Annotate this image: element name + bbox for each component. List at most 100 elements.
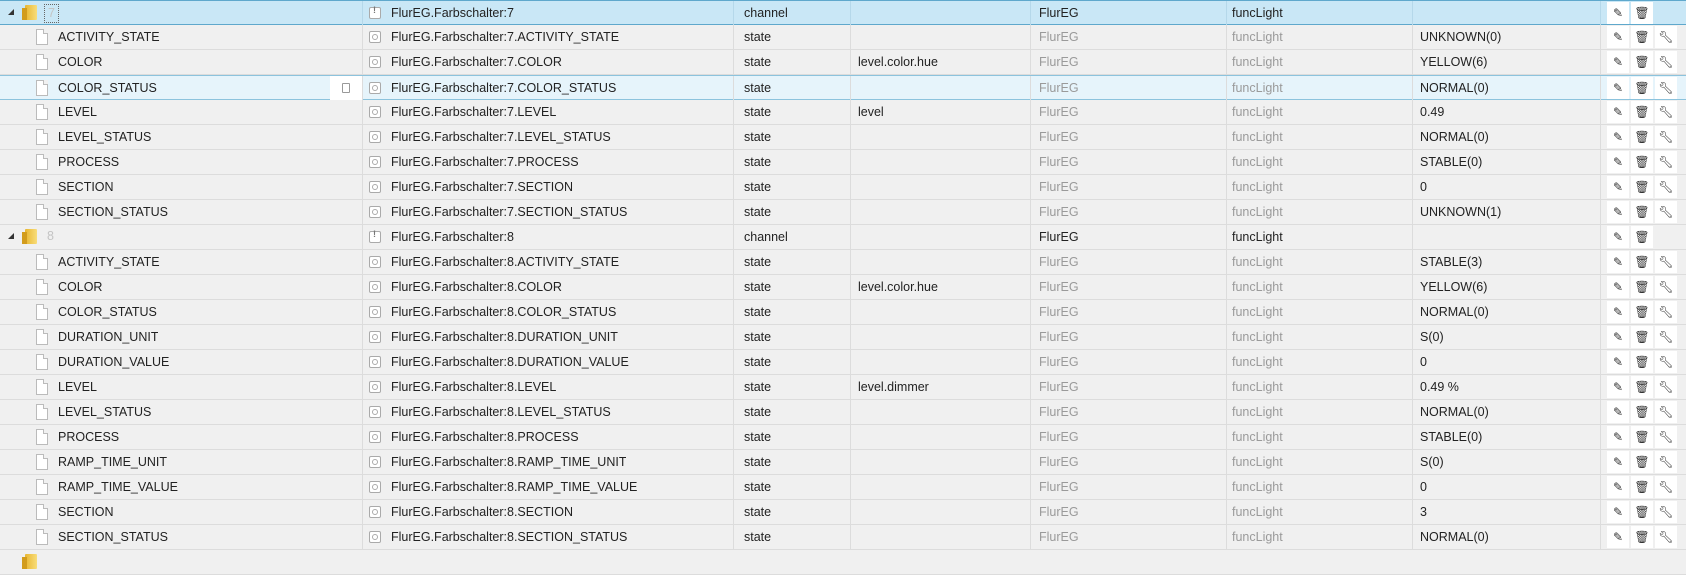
pencil-icon[interactable]: ✎ <box>1607 451 1629 473</box>
wrench-icon[interactable]: 🔧︎ <box>1655 501 1677 523</box>
trash-icon[interactable]: 🗑︎ <box>1631 326 1653 348</box>
trash-icon[interactable]: 🗑︎ <box>1631 251 1653 273</box>
object-id[interactable]: FlurEG.Farbschalter:8.RAMP_TIME_UNIT <box>391 450 626 474</box>
state-row[interactable]: COLOR FlurEG.Farbschalter:7.COLOR state … <box>0 50 1686 75</box>
object-value[interactable]: NORMAL(0) <box>1420 125 1489 149</box>
trash-icon[interactable]: 🗑︎ <box>1631 301 1653 323</box>
channel-row[interactable]: 7 FlurEG.Farbschalter:7 channel FlurEG f… <box>0 0 1686 26</box>
pencil-icon[interactable]: ✎ <box>1607 226 1629 248</box>
trash-icon[interactable]: 🗑︎ <box>1631 126 1653 148</box>
wrench-icon[interactable]: 🔧︎ <box>1655 251 1677 273</box>
trash-icon[interactable]: 🗑︎ <box>1631 476 1653 498</box>
object-value[interactable]: S(0) <box>1420 450 1444 474</box>
object-id[interactable]: FlurEG.Farbschalter:8.LEVEL <box>391 375 556 399</box>
object-name[interactable]: PROCESS <box>58 425 119 449</box>
state-row[interactable]: PROCESS FlurEG.Farbschalter:8.PROCESS st… <box>0 425 1686 450</box>
channel-row[interactable]: 8 FlurEG.Farbschalter:8 channel FlurEG f… <box>0 225 1686 250</box>
pencil-icon[interactable]: ✎ <box>1607 276 1629 298</box>
wrench-icon[interactable]: 🔧︎ <box>1655 26 1677 48</box>
object-value[interactable]: 0.49 % <box>1420 375 1459 399</box>
state-row[interactable]: ACTIVITY_STATE FlurEG.Farbschalter:7.ACT… <box>0 25 1686 50</box>
pencil-icon[interactable]: ✎ <box>1607 201 1629 223</box>
trash-icon[interactable]: 🗑︎ <box>1631 201 1653 223</box>
copy-icon[interactable] <box>330 76 362 100</box>
wrench-icon[interactable]: 🔧︎ <box>1655 276 1677 298</box>
state-row[interactable]: COLOR_STATUS FlurEG.Farbschalter:8.COLOR… <box>0 300 1686 325</box>
object-value[interactable]: STABLE(0) <box>1420 150 1482 174</box>
trash-icon[interactable]: 🗑︎ <box>1631 376 1653 398</box>
trash-icon[interactable]: 🗑︎ <box>1631 426 1653 448</box>
state-row[interactable]: ACTIVITY_STATE FlurEG.Farbschalter:8.ACT… <box>0 250 1686 275</box>
trash-icon[interactable]: 🗑︎ <box>1631 26 1653 48</box>
object-name[interactable]: LEVEL <box>58 375 97 399</box>
state-row[interactable]: LEVEL FlurEG.Farbschalter:7.LEVEL state … <box>0 100 1686 125</box>
object-id[interactable]: FlurEG.Farbschalter:8 <box>391 225 514 249</box>
object-value[interactable]: 0.49 <box>1420 100 1444 124</box>
object-name[interactable]: SECTION <box>58 175 114 199</box>
object-id[interactable]: FlurEG.Farbschalter:8.DURATION_VALUE <box>391 350 629 374</box>
object-name[interactable]: RAMP_TIME_VALUE <box>58 475 178 499</box>
wrench-icon[interactable]: 🔧︎ <box>1655 126 1677 148</box>
object-id[interactable]: FlurEG.Farbschalter:7.COLOR <box>391 50 562 74</box>
pencil-icon[interactable]: ✎ <box>1607 101 1629 123</box>
pencil-icon[interactable]: ✎ <box>1607 251 1629 273</box>
state-row[interactable]: DURATION_VALUE FlurEG.Farbschalter:8.DUR… <box>0 350 1686 375</box>
object-name[interactable]: COLOR <box>58 50 102 74</box>
object-value[interactable]: NORMAL(0) <box>1420 300 1489 324</box>
object-value[interactable]: NORMAL(0) <box>1420 76 1489 100</box>
object-id[interactable]: FlurEG.Farbschalter:8.SECTION <box>391 500 573 524</box>
object-name[interactable]: LEVEL_STATUS <box>58 125 151 149</box>
object-name[interactable]: ACTIVITY_STATE <box>58 250 160 274</box>
trash-icon[interactable]: 🗑︎ <box>1631 77 1653 99</box>
trash-icon[interactable]: 🗑︎ <box>1631 226 1653 248</box>
collapse-toggle-icon[interactable] <box>8 233 14 239</box>
state-row[interactable]: SECTION_STATUS FlurEG.Farbschalter:7.SEC… <box>0 200 1686 225</box>
object-id[interactable]: FlurEG.Farbschalter:7 <box>391 1 514 25</box>
object-name[interactable]: DURATION_VALUE <box>58 350 169 374</box>
object-value[interactable]: UNKNOWN(1) <box>1420 200 1501 224</box>
pencil-icon[interactable]: ✎ <box>1607 426 1629 448</box>
pencil-icon[interactable]: ✎ <box>1607 326 1629 348</box>
trash-icon[interactable]: 🗑︎ <box>1631 176 1653 198</box>
state-row[interactable]: PROCESS FlurEG.Farbschalter:7.PROCESS st… <box>0 150 1686 175</box>
wrench-icon[interactable]: 🔧︎ <box>1655 151 1677 173</box>
object-id[interactable]: FlurEG.Farbschalter:8.COLOR_STATUS <box>391 300 616 324</box>
pencil-icon[interactable]: ✎ <box>1607 376 1629 398</box>
wrench-icon[interactable]: 🔧︎ <box>1655 451 1677 473</box>
object-name[interactable]: SECTION_STATUS <box>58 200 168 224</box>
trash-icon[interactable]: 🗑︎ <box>1631 276 1653 298</box>
wrench-icon[interactable]: 🔧︎ <box>1655 351 1677 373</box>
object-id[interactable]: FlurEG.Farbschalter:7.ACTIVITY_STATE <box>391 25 619 49</box>
state-row[interactable]: LEVEL FlurEG.Farbschalter:8.LEVEL state … <box>0 375 1686 400</box>
pencil-icon[interactable]: ✎ <box>1607 501 1629 523</box>
object-name[interactable]: COLOR <box>58 275 102 299</box>
object-id[interactable]: FlurEG.Farbschalter:8.RAMP_TIME_VALUE <box>391 475 637 499</box>
collapse-toggle-icon[interactable] <box>8 9 14 15</box>
object-value[interactable]: 0 <box>1420 475 1427 499</box>
object-id[interactable]: FlurEG.Farbschalter:8.ACTIVITY_STATE <box>391 250 619 274</box>
object-name[interactable]: LEVEL_STATUS <box>58 400 151 424</box>
trash-icon[interactable]: 🗑︎ <box>1631 501 1653 523</box>
object-value[interactable]: YELLOW(6) <box>1420 275 1487 299</box>
pencil-icon[interactable]: ✎ <box>1607 51 1629 73</box>
wrench-icon[interactable]: 🔧︎ <box>1655 326 1677 348</box>
object-value[interactable]: 0 <box>1420 175 1427 199</box>
pencil-icon[interactable]: ✎ <box>1607 126 1629 148</box>
object-name[interactable]: COLOR_STATUS <box>58 76 157 100</box>
pencil-icon[interactable]: ✎ <box>1607 26 1629 48</box>
object-value[interactable]: S(0) <box>1420 325 1444 349</box>
wrench-icon[interactable]: 🔧︎ <box>1655 376 1677 398</box>
wrench-icon[interactable]: 🔧︎ <box>1655 426 1677 448</box>
pencil-icon[interactable]: ✎ <box>1607 351 1629 373</box>
object-name[interactable]: SECTION_STATUS <box>58 525 168 549</box>
object-id[interactable]: FlurEG.Farbschalter:8.COLOR <box>391 275 562 299</box>
state-row[interactable]: RAMP_TIME_UNIT FlurEG.Farbschalter:8.RAM… <box>0 450 1686 475</box>
object-id[interactable]: FlurEG.Farbschalter:7.PROCESS <box>391 150 579 174</box>
object-id[interactable]: FlurEG.Farbschalter:7.SECTION <box>391 175 573 199</box>
state-row[interactable]: LEVEL_STATUS FlurEG.Farbschalter:8.LEVEL… <box>0 400 1686 425</box>
wrench-icon[interactable]: 🔧︎ <box>1655 476 1677 498</box>
trash-icon[interactable]: 🗑︎ <box>1631 526 1653 548</box>
object-id[interactable]: FlurEG.Farbschalter:8.DURATION_UNIT <box>391 325 618 349</box>
channel-name[interactable]: 7 <box>44 4 59 23</box>
object-name[interactable]: SECTION <box>58 500 114 524</box>
